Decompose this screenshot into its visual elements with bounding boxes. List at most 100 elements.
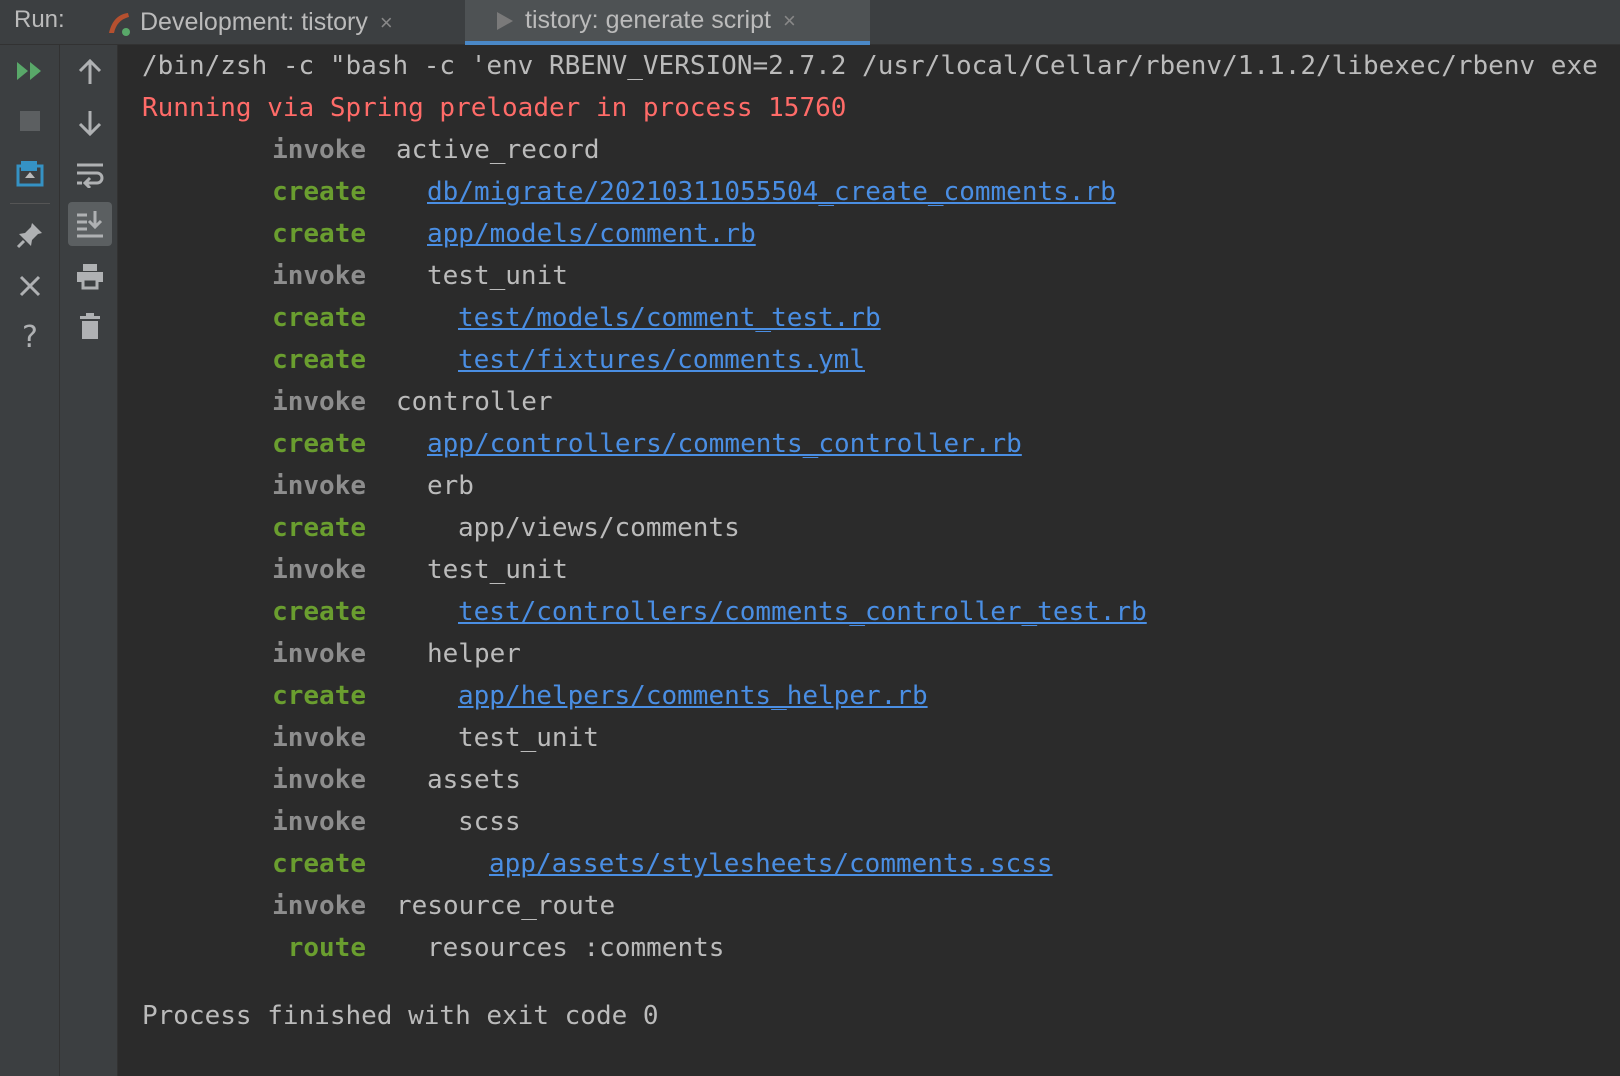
tab-tistory-generate-script[interactable]: tistory: generate script × — [465, 0, 870, 45]
print-icon — [77, 264, 103, 290]
console-action-invoke: invoke — [272, 807, 366, 837]
console-line: create app/helpers/comments_helper.rb — [142, 675, 928, 717]
console-action-route: route — [287, 933, 366, 963]
console-line: invoke erb — [142, 465, 474, 507]
console-text: active_record — [396, 135, 600, 165]
console-action-create: create — [272, 303, 366, 333]
console-action-invoke: invoke — [272, 135, 366, 165]
file-link[interactable]: test/models/comment_test.rb — [458, 303, 881, 333]
console-action-invoke: invoke — [272, 471, 366, 501]
pin-tab-button[interactable] — [8, 213, 52, 257]
close-tab-icon[interactable]: × — [783, 8, 796, 34]
console-line: invoke active_record — [142, 129, 600, 171]
console-action-create: create — [272, 597, 366, 627]
console-text: test_unit — [458, 723, 599, 753]
clear-all-button[interactable] — [68, 304, 112, 348]
run-toolbar-primary: ? — [0, 45, 60, 1076]
console-line: invoke test_unit — [142, 717, 599, 759]
console-action-create: create — [272, 345, 366, 375]
file-link[interactable]: app/assets/stylesheets/comments.scss — [489, 849, 1053, 879]
file-link[interactable]: db/migrate/20210311055504_create_comment… — [427, 177, 1116, 207]
console-text: test_unit — [427, 555, 568, 585]
console-action-invoke: invoke — [272, 891, 366, 921]
console-output[interactable]: /bin/zsh -c "bash -c 'env RBENV_VERSION=… — [118, 45, 1620, 1076]
down-arrow-icon — [78, 111, 102, 137]
console-text: test_unit — [427, 261, 568, 291]
console-line: create app/models/comment.rb — [142, 213, 756, 255]
console-action-create: create — [272, 429, 366, 459]
console-line: create app/views/comments — [142, 507, 740, 549]
console-line: create test/models/comment_test.rb — [142, 297, 881, 339]
file-link[interactable]: test/controllers/comments_controller_tes… — [458, 597, 1147, 627]
tab-label: tistory: generate script — [525, 6, 771, 34]
process-finished-message: Process finished with exit code 0 — [142, 1001, 659, 1031]
console-text: scss — [458, 807, 521, 837]
console-line: create app/controllers/comments_controlle… — [142, 423, 1022, 465]
next-occurrence-button[interactable] — [68, 101, 112, 145]
rails-icon — [109, 12, 130, 36]
soft-wrap-button[interactable] — [68, 152, 112, 196]
scroll-to-end-icon — [77, 211, 103, 238]
console-line: invoke test_unit — [142, 549, 568, 591]
console-text: controller — [396, 387, 553, 417]
pin-icon — [16, 223, 42, 249]
console-line: invoke assets — [142, 759, 521, 801]
play-icon — [497, 11, 513, 30]
console-line: invoke test_unit — [142, 255, 568, 297]
console-line: create test/controllers/comments_controll… — [142, 591, 1147, 633]
tab-label: Development: tistory — [140, 8, 368, 36]
spring-message: Running via Spring preloader in process … — [142, 93, 847, 123]
toolbar-separator — [10, 203, 50, 204]
close-tab-icon[interactable]: × — [380, 10, 393, 36]
console-line: invoke helper — [142, 633, 521, 675]
console-action-create: create — [272, 849, 366, 879]
console-text: resources :comments — [427, 933, 725, 963]
stop-icon — [20, 111, 40, 131]
console-action-invoke: invoke — [272, 261, 366, 291]
console-text: resource_route — [396, 891, 616, 921]
file-link[interactable]: app/helpers/comments_helper.rb — [458, 681, 928, 711]
console-line: create app/assets/stylesheets/comments.sc… — [142, 843, 1053, 885]
close-button[interactable] — [8, 264, 52, 308]
rerun-button[interactable] — [8, 49, 52, 93]
close-icon — [19, 275, 41, 297]
rerun-icon — [17, 62, 41, 80]
console-action-invoke: invoke — [272, 639, 366, 669]
help-icon: ? — [22, 319, 38, 355]
console-text: erb — [427, 471, 474, 501]
file-link[interactable]: app/controllers/comments_controller.rb — [427, 429, 1022, 459]
console-action-invoke: invoke — [272, 387, 366, 417]
trash-icon — [80, 313, 100, 339]
console-action-create: create — [272, 513, 366, 543]
restore-layout-button[interactable] — [8, 151, 52, 195]
console-action-create: create — [272, 681, 366, 711]
help-button[interactable]: ? — [8, 315, 52, 359]
console-action-create: create — [272, 177, 366, 207]
file-link[interactable]: test/fixtures/comments.yml — [458, 345, 865, 375]
console-line: invoke scss — [142, 801, 521, 843]
soft-wrap-icon — [77, 163, 104, 188]
console-line: route resources :comments — [142, 927, 725, 969]
run-toolbar-secondary — [60, 45, 118, 1076]
console-line: create db/migrate/20210311055504_create_c… — [142, 171, 1116, 213]
print-button[interactable] — [68, 254, 112, 298]
console-text: assets — [427, 765, 521, 795]
stop-button[interactable] — [8, 99, 52, 143]
scroll-to-end-button[interactable] — [68, 202, 112, 246]
tab-development-tistory[interactable]: Development: tistory × — [104, 0, 459, 45]
console-action-create: create — [272, 219, 366, 249]
console-action-invoke: invoke — [272, 555, 366, 585]
file-link[interactable]: app/models/comment.rb — [427, 219, 756, 249]
console-text: helper — [427, 639, 521, 669]
previous-occurrence-button[interactable] — [68, 50, 112, 94]
console-line: invoke controller — [142, 381, 553, 423]
console-action-invoke: invoke — [272, 723, 366, 753]
console-line: invoke resource_route — [142, 885, 615, 927]
console-line: create test/fixtures/comments.yml — [142, 339, 865, 381]
run-label: Run: — [14, 6, 65, 33]
console-text: app/views/comments — [458, 513, 740, 543]
up-arrow-icon — [78, 58, 102, 84]
command-line: /bin/zsh -c "bash -c 'env RBENV_VERSION=… — [142, 51, 1598, 81]
console-action-invoke: invoke — [272, 765, 366, 795]
restore-layout-icon — [16, 161, 44, 187]
